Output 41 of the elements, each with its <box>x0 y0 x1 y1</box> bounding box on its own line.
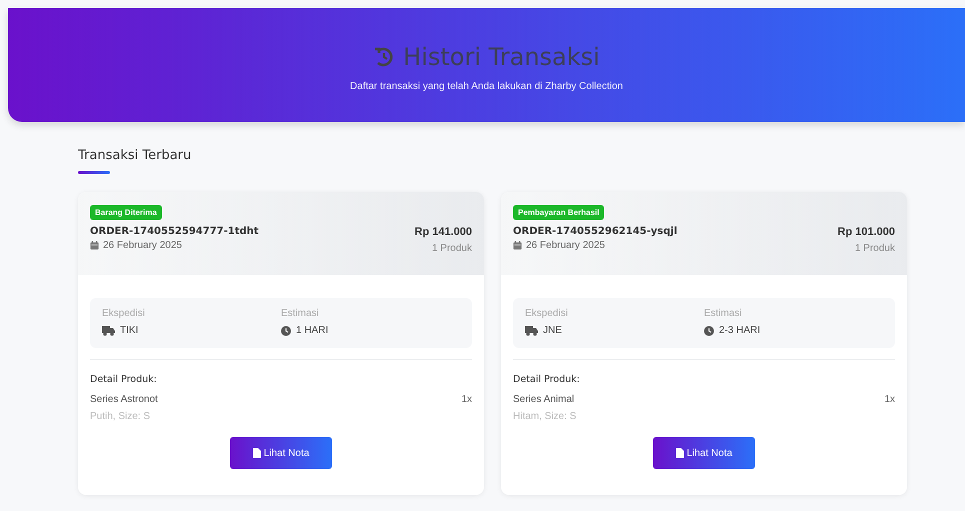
status-badge: Barang Diterima <box>90 205 162 220</box>
order-id: ORDER-1740552962145-ysqjl <box>513 226 678 237</box>
section-title: Transaksi Terbaru <box>78 148 192 163</box>
title-underline <box>78 171 110 174</box>
order-date: 26 February 2025 <box>103 240 182 251</box>
detail-title: Detail Produk: <box>513 359 895 385</box>
status-badge: Pembayaran Berhasil <box>513 205 604 220</box>
history-icon <box>373 46 396 68</box>
estimate-label: Estimasi <box>704 308 743 319</box>
courier-name: TIKI <box>120 325 138 336</box>
order-id: ORDER-1740552594777-1tdht <box>90 226 259 237</box>
order-total: Rp 141.000 <box>414 226 472 238</box>
courier-label: Ekspedisi <box>102 308 146 319</box>
page-title: Histori Transaksi <box>403 42 600 70</box>
document-icon <box>252 448 261 458</box>
clock-icon <box>281 326 291 336</box>
product-count: 1 Produk <box>432 243 472 254</box>
estimate-value: 1 HARI <box>296 325 328 336</box>
view-receipt-button[interactable]: Lihat Nota <box>230 437 332 469</box>
product-variant: Putih, Size: S <box>90 411 152 422</box>
order-total: Rp 101.000 <box>838 226 895 238</box>
product-quantity: 1x <box>461 394 472 407</box>
estimate-value: 2-3 HARI <box>719 325 760 336</box>
truck-icon <box>102 326 115 336</box>
courier-label: Ekspedisi <box>525 308 569 319</box>
calendar-icon <box>90 241 99 250</box>
product-quantity: 1x <box>884 394 895 407</box>
page-subtitle: Daftar transaksi yang telah Anda lakukan di Zharby Collection <box>350 80 623 92</box>
document-icon <box>676 448 684 458</box>
view-receipt-button[interactable]: Lihat Nota <box>653 437 755 469</box>
product-name: Series Animal <box>513 394 576 405</box>
truck-icon <box>525 326 538 336</box>
calendar-icon <box>513 241 522 250</box>
estimate-label: Estimasi <box>281 308 320 319</box>
order-date: 26 February 2025 <box>526 240 605 251</box>
product-name: Series Astronot <box>90 394 158 405</box>
product-count: 1 Produk <box>854 243 895 254</box>
courier-name: JNE <box>543 325 562 336</box>
detail-title: Detail Produk: <box>90 359 472 385</box>
product-variant: Hitam, Size: S <box>513 411 576 422</box>
clock-icon <box>704 326 714 336</box>
